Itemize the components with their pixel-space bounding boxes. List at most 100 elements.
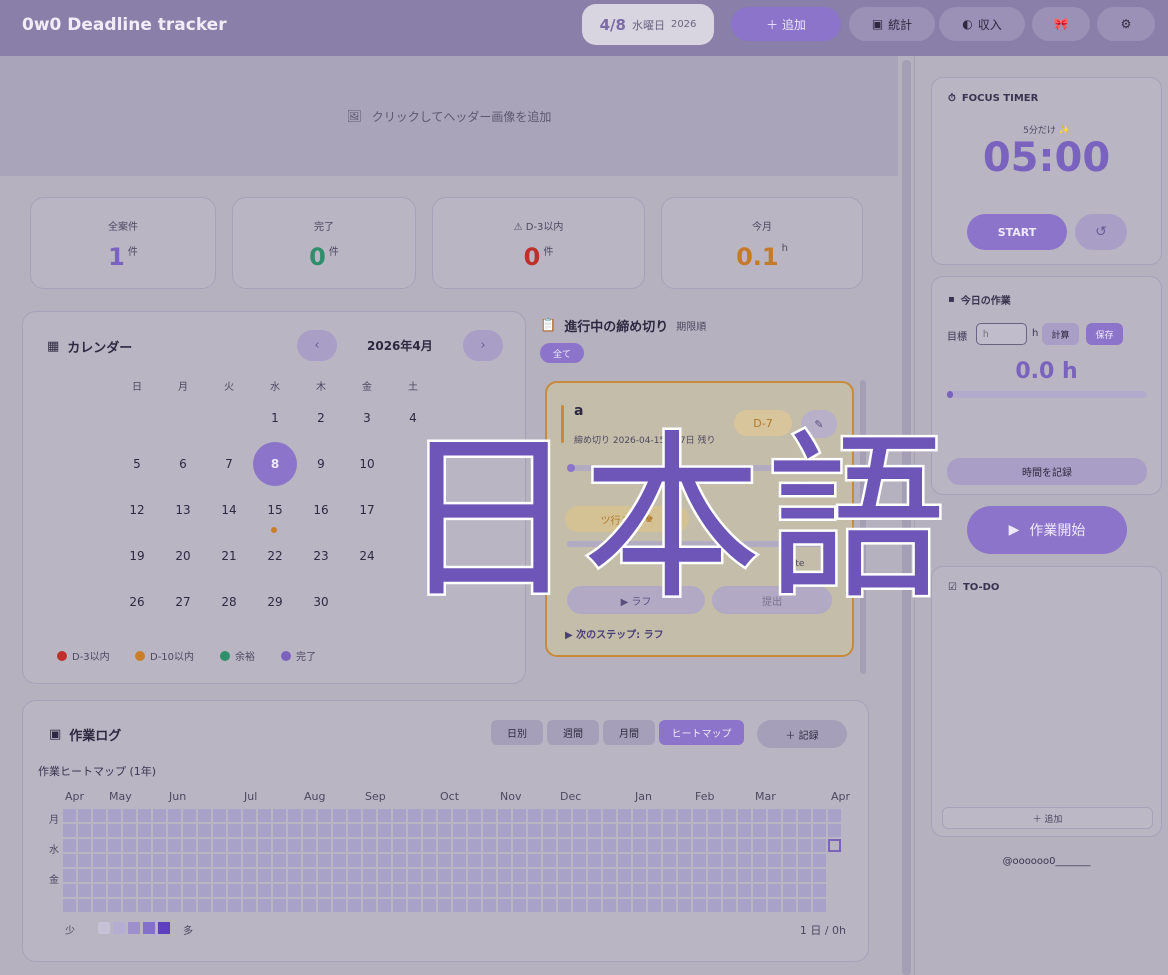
heatmap-cell (78, 899, 91, 912)
start-work-button[interactable]: ▶ 作業開始 (967, 506, 1127, 554)
calendar-day[interactable]: 6 (161, 442, 205, 486)
heatmap-cell (558, 884, 571, 897)
stats-button[interactable]: ▣ 統計 (849, 7, 935, 41)
heatmap-cell (693, 809, 706, 822)
heatmap-cell (588, 869, 601, 882)
heatmap-cell (828, 809, 841, 822)
heatmap-cell (543, 839, 556, 852)
heatmap-cell (243, 899, 256, 912)
today-title: 今日の作業 (960, 296, 1011, 307)
income-button[interactable]: ◐ 収入 (939, 7, 1025, 41)
calendar-day[interactable]: 27 (161, 580, 205, 624)
tab-heatmap[interactable]: ヒートマップ (659, 720, 744, 745)
tab-weekly[interactable]: 週間 (547, 720, 599, 745)
calendar-day[interactable]: 3 (345, 396, 389, 440)
header-image-banner[interactable]: 🖼 クリックしてヘッダー画像を追加 (0, 56, 898, 176)
heatmap-cell (138, 899, 151, 912)
bookmark-icon: ▣ (49, 727, 62, 742)
heatmap-cell (588, 839, 601, 852)
calendar-day[interactable]: 20 (161, 534, 205, 578)
heatmap-cell (678, 869, 691, 882)
heatmap-cell (678, 839, 691, 852)
heatmap-cell (528, 824, 541, 837)
calendar-day[interactable]: 19 (115, 534, 159, 578)
calendar-day[interactable]: 8 (253, 442, 297, 486)
heatmap-cell (138, 869, 151, 882)
calendar-day[interactable]: 10 (345, 442, 389, 486)
heatmap-cell (303, 869, 316, 882)
heatmap-cell (108, 869, 121, 882)
calendar-day[interactable]: 26 (115, 580, 159, 624)
heatmap-cell (273, 869, 286, 882)
todo-add-button[interactable]: ＋ 追加 (942, 807, 1153, 829)
heatmap-legend (98, 922, 170, 934)
heatmap-cell (723, 869, 736, 882)
calendar-day[interactable]: 28 (207, 580, 251, 624)
tab-daily[interactable]: 日別 (491, 720, 543, 745)
filter-chip-all[interactable]: 全て (540, 343, 584, 363)
heatmap-cell (408, 854, 421, 867)
heatmap-cell (603, 869, 616, 882)
calendar-day[interactable]: 30 (299, 580, 343, 624)
heatmap-cell (798, 869, 811, 882)
heatmap-cell (378, 884, 391, 897)
heatmap-cell (108, 809, 121, 822)
heatmap-cell (198, 899, 211, 912)
ribbon-button[interactable]: 🎀 (1032, 7, 1090, 41)
heatmap-cell (453, 839, 466, 852)
calendar-day[interactable]: 7 (207, 442, 251, 486)
calendar-day[interactable]: 16 (299, 488, 343, 532)
log-time-button[interactable]: 時間を記録 (947, 458, 1147, 485)
deadlines-sort[interactable]: 期限順 (676, 318, 706, 333)
prev-month-button[interactable]: ‹ (297, 330, 337, 361)
calendar-day[interactable]: 5 (115, 442, 159, 486)
heatmap-cell (273, 854, 286, 867)
tab-monthly[interactable]: 月間 (603, 720, 655, 745)
heatmap-cell (78, 824, 91, 837)
calendar-day[interactable]: 24 (345, 534, 389, 578)
heatmap-cell (828, 884, 841, 897)
calendar-day[interactable]: 14 (207, 488, 251, 532)
heatmap-cell (648, 839, 661, 852)
heatmap-cell (588, 824, 601, 837)
calendar-day[interactable]: 9 (299, 442, 343, 486)
next-month-button[interactable]: › (463, 330, 503, 361)
heatmap-cell (93, 869, 106, 882)
heatmap-cell (573, 854, 586, 867)
heatmap-cell (558, 839, 571, 852)
calendar-day[interactable]: 12 (115, 488, 159, 532)
calendar-day[interactable]: 2 (299, 396, 343, 440)
heatmap-cell (783, 899, 796, 912)
heatmap-cell (468, 809, 481, 822)
heatmap-cell (168, 899, 181, 912)
calendar-day[interactable]: 1 (253, 396, 297, 440)
calendar-day[interactable]: 13 (161, 488, 205, 532)
calendar-day[interactable]: 21 (207, 534, 251, 578)
legend-swatch (158, 922, 170, 934)
add-button[interactable]: ＋ 追加 (731, 7, 841, 41)
calc-button[interactable]: 計算 (1042, 323, 1079, 345)
heatmap-cell (318, 809, 331, 822)
heatmap-cell (663, 854, 676, 867)
calendar-day[interactable]: 22 (253, 534, 297, 578)
goal-input[interactable] (976, 323, 1027, 345)
calendar-day[interactable]: 15 (253, 488, 297, 532)
heatmap-cell (363, 809, 376, 822)
calendar-day[interactable]: 29 (253, 580, 297, 624)
settings-button[interactable]: ⚙ (1097, 7, 1155, 41)
start-button[interactable]: START (967, 214, 1067, 250)
save-button[interactable]: 保存 (1086, 323, 1123, 345)
heatmap-cell (618, 869, 631, 882)
heatmap-summary: 1 日 / 0h (799, 924, 846, 937)
add-record-button[interactable]: ＋ 記録 (757, 720, 847, 748)
month-label: Feb (695, 790, 715, 803)
calendar-day[interactable]: 17 (345, 488, 389, 532)
heatmap-cell (513, 869, 526, 882)
heatmap-cell (618, 824, 631, 837)
reset-button[interactable]: ↺ (1075, 214, 1127, 250)
heatmap-cell (768, 899, 781, 912)
heatmap-cell (123, 839, 136, 852)
heatmap-cell (198, 809, 211, 822)
timer-display: 05:00 (982, 135, 1111, 181)
calendar-day[interactable]: 23 (299, 534, 343, 578)
